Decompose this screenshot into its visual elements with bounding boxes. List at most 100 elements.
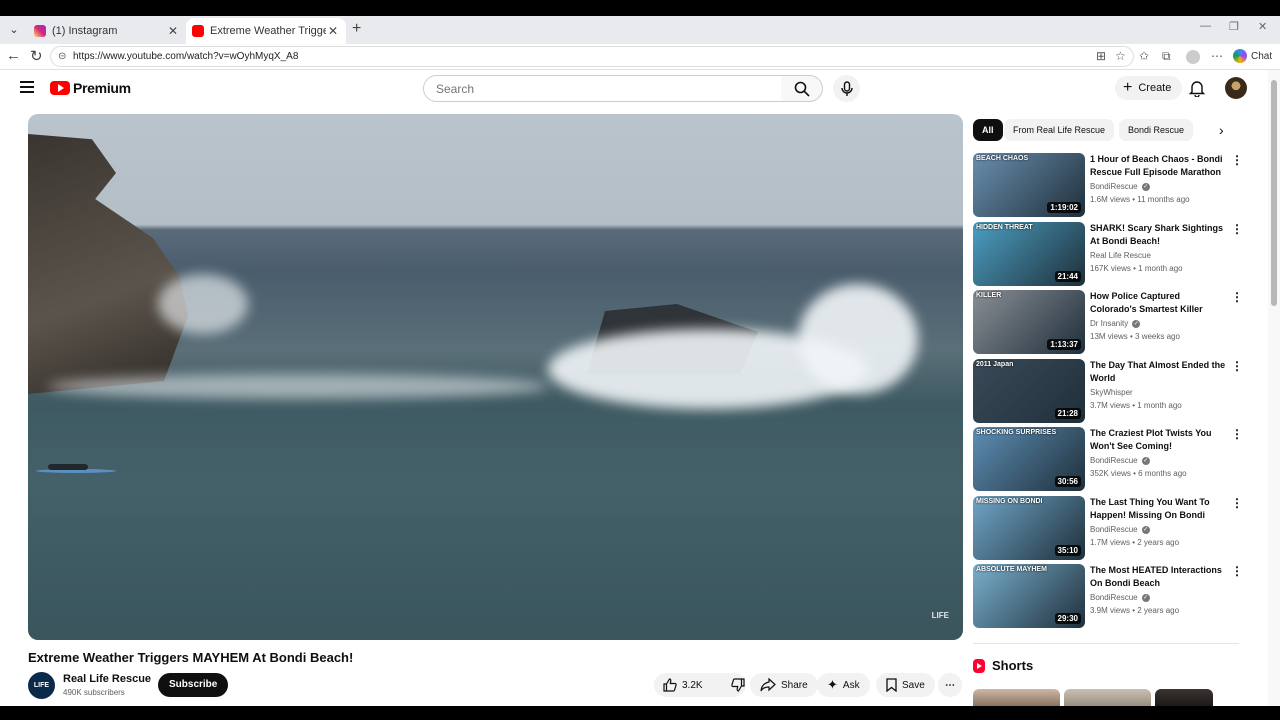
video-thumbnail[interactable]: MISSING ON BONDI 35:10 [973,496,1085,560]
video-thumbnail[interactable]: BEACH CHAOS 1:19:02 [973,153,1085,217]
duration-badge: 29:30 [1054,613,1081,624]
more-actions-button[interactable]: ⋯ [938,673,962,697]
recommended-channel[interactable]: Real Life Rescue [1090,251,1151,260]
notifications-bell-icon[interactable] [1189,79,1205,97]
recommended-video[interactable]: ABSOLUTE MAYHEM 29:30 The Most HEATED Inte… [973,564,1243,628]
close-tab-icon[interactable]: ✕ [326,24,340,38]
recommended-video[interactable]: SHOCKING SURPRISES 30:56 The Craziest Plot… [973,427,1243,491]
watermark-text: LIFE [931,611,949,620]
recommended-video-title[interactable]: The Most HEATED Interactions On Bondi Be… [1090,564,1226,590]
thumbnail-label: HIDDEN THREAT [976,224,1033,231]
site-info-icon[interactable]: ⊝ [58,47,66,66]
dislike-button[interactable] [722,673,754,697]
favorites-icon[interactable]: ✩ [1139,49,1149,63]
recommended-channel[interactable]: BondiRescue ✓ [1090,456,1150,465]
close-window-icon[interactable]: ✕ [1258,20,1267,33]
copilot-chat-button[interactable]: Chat [1233,49,1272,63]
page-scrollbar[interactable] [1268,70,1280,706]
voice-search-button[interactable] [833,75,860,102]
channel-watermark[interactable]: LIFE [932,612,949,620]
like-button[interactable]: 3.2K [654,673,712,697]
account-avatar[interactable] [1225,77,1247,99]
recommended-channel-name: Dr Insanity [1090,319,1129,328]
duration-badge: 21:44 [1054,271,1081,282]
back-icon[interactable]: ← [6,47,21,64]
close-tab-icon[interactable]: ✕ [166,24,180,38]
more-vertical-icon[interactable]: ⋮ [1231,564,1243,578]
recommended-video-title[interactable]: The Day That Almost Ended the World [1090,359,1226,385]
share-button[interactable]: Share [750,673,818,697]
more-vertical-icon[interactable]: ⋮ [1231,359,1243,373]
short-thumbnail[interactable] [1064,689,1151,706]
recommended-video-title[interactable]: The Last Thing You Want To Happen! Missi… [1090,496,1226,522]
short-thumbnail[interactable] [1155,689,1213,706]
subscribe-button[interactable]: Subscribe [158,673,229,697]
reload-icon[interactable]: ↻ [30,47,43,65]
video-frame-cliff [28,134,188,394]
youtube-premium-logo[interactable]: Premium [50,80,131,96]
video-frame-splash [158,274,248,334]
minimize-icon[interactable]: — [1200,20,1211,32]
subscriber-count: 490K subscribers [63,688,125,697]
video-meta: 1.6M views • 11 months ago [1090,195,1190,204]
search-input[interactable] [423,75,782,102]
more-menu-icon[interactable]: ⋯ [1211,49,1223,63]
tab-title: Extreme Weather Triggers MAYHEM [210,25,326,37]
favorite-star-icon[interactable]: ☆ [1115,49,1126,63]
url-text: https://www.youtube.com/watch?v=wOyhMyqX… [73,51,299,62]
ask-button[interactable]: ✦ Ask [817,673,870,697]
search-button[interactable] [781,75,823,102]
browser-tab-youtube[interactable]: Extreme Weather Triggers MAYHEM ✕ [186,18,346,44]
recommended-video[interactable]: 2011 Japan 21:28 The Day That Almost Ended… [973,359,1243,423]
chip-bondi-rescue[interactable]: Bondi Rescue [1119,119,1194,141]
recommended-channel[interactable]: BondiRescue ✓ [1090,593,1150,602]
more-vertical-icon[interactable]: ⋮ [1231,496,1243,510]
save-button[interactable]: Save [876,673,935,697]
profile-icon[interactable] [1186,50,1200,64]
browser-tab-instagram[interactable]: (1) Instagram ✕ [28,18,186,44]
recommended-video-title[interactable]: SHARK! Scary Shark Sightings At Bondi Be… [1090,222,1226,248]
recommended-video[interactable]: BEACH CHAOS 1:19:02 1 Hour of Beach Chaos … [973,153,1243,217]
scrollbar-thumb[interactable] [1271,80,1277,306]
share-icon [760,678,776,692]
recommended-video-title[interactable]: How Police Captured Colorado's Smartest … [1090,290,1226,316]
more-vertical-icon[interactable]: ⋮ [1231,427,1243,441]
recommended-video[interactable]: KILLER 1:13:37 How Police Captured Colorad… [973,290,1243,354]
more-vertical-icon[interactable]: ⋮ [1231,290,1243,304]
video-thumbnail[interactable]: 2011 Japan 21:28 [973,359,1085,423]
video-title: Extreme Weather Triggers MAYHEM At Bondi… [28,650,354,665]
url-field[interactable]: ⊝ https://www.youtube.com/watch?v=wOyhMy… [50,46,1134,67]
video-thumbnail[interactable]: KILLER 1:13:37 [973,290,1085,354]
channel-avatar[interactable]: LIFE [28,672,55,699]
video-frame-surf [48,374,548,399]
recommended-video-title[interactable]: The Craziest Plot Twists You Won't See C… [1090,427,1226,453]
collections-icon[interactable]: ⧉ [1162,49,1171,64]
tab-list-dropdown-icon[interactable]: ⌄ [4,20,24,40]
recommended-channel[interactable]: BondiRescue ✓ [1090,525,1150,534]
chip-from-real-life-rescue[interactable]: From Real Life Rescue [1004,119,1115,141]
create-button[interactable]: + Create [1115,76,1183,100]
video-thumbnail[interactable]: ABSOLUTE MAYHEM 29:30 [973,564,1085,628]
video-thumbnail[interactable]: SHOCKING SURPRISES 30:56 [973,427,1085,491]
channel-name[interactable]: Real Life Rescue [63,673,151,685]
recommended-channel-name: BondiRescue [1090,456,1138,465]
menu-icon[interactable] [20,81,34,93]
recommended-channel[interactable]: SkyWhisper [1090,388,1133,397]
video-player[interactable]: LIFE [28,114,963,640]
chip-all[interactable]: All [973,119,1003,141]
recommended-channel[interactable]: BondiRescue ✓ [1090,182,1150,191]
app-available-icon[interactable]: ⊞ [1096,49,1106,63]
recommended-video-title[interactable]: 1 Hour of Beach Chaos - Bondi Rescue Ful… [1090,153,1226,179]
new-tab-icon[interactable]: + [352,20,361,38]
recommended-video[interactable]: MISSING ON BONDI 35:10 The Last Thing You … [973,496,1243,560]
video-thumbnail[interactable]: HIDDEN THREAT 21:44 [973,222,1085,286]
video-meta: 1.7M views • 2 years ago [1090,538,1180,547]
recommended-channel-name: SkyWhisper [1090,388,1133,397]
recommended-video[interactable]: HIDDEN THREAT 21:44 SHARK! Scary Shark Sig… [973,222,1243,286]
short-thumbnail[interactable] [973,689,1060,706]
more-vertical-icon[interactable]: ⋮ [1231,222,1243,236]
maximize-icon[interactable]: ❐ [1229,20,1239,33]
recommended-channel[interactable]: Dr Insanity ✓ [1090,319,1141,328]
more-vertical-icon[interactable]: ⋮ [1231,153,1243,167]
chevron-right-icon[interactable]: › [1219,122,1224,138]
